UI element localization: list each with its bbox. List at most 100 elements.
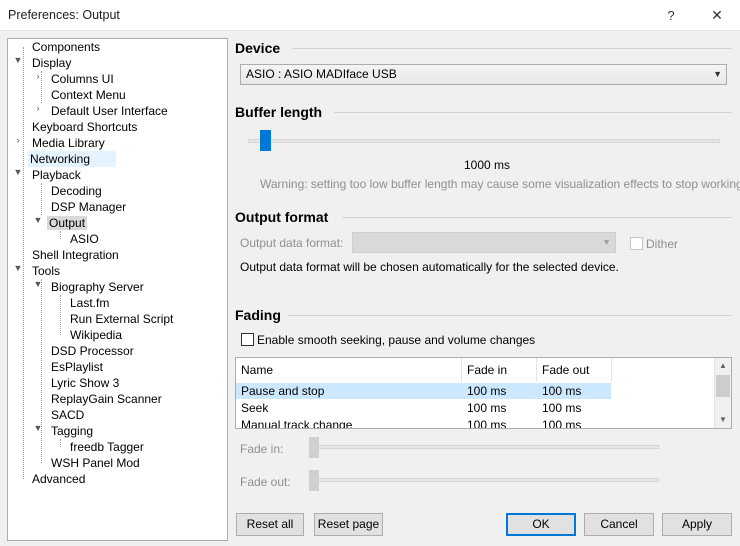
output-format-info: Output data format will be chosen automa… [240,260,619,274]
tree-item-wsh-panel-mod[interactable]: WSH Panel Mod [49,455,142,471]
fading-row[interactable]: Pause and stop 100 ms 100 ms [236,383,611,399]
chevron-down-icon[interactable]: ▼ [33,279,43,295]
tree-item-tools[interactable]: Tools [30,263,62,279]
close-button[interactable]: ✕ [694,0,740,31]
tree-item-biography-server[interactable]: Biography Server [49,279,146,295]
fading-row[interactable]: Seek 100 ms 100 ms [236,400,611,416]
help-icon: ? [667,8,675,23]
tree-item-esplaylist[interactable]: EsPlaylist [49,359,105,375]
row-fade-out: 100 ms [542,401,582,415]
dither-checkbox[interactable] [630,237,643,250]
tree-item-label: Advanced [32,472,86,486]
tree-item-label: Tools [32,264,61,278]
row-name: Manual track change [241,418,353,429]
tree-item-label: Media Library [32,136,105,150]
tree-item-output[interactable]: Output [47,215,88,231]
tree-item-label: Wikipedia [70,328,123,342]
tree-item-label: Decoding [51,184,102,198]
enable-smooth-seeking-label: Enable smooth seeking, pause and volume … [257,333,536,347]
ok-button[interactable]: OK [506,513,576,536]
buffer-slider-thumb[interactable] [260,130,272,151]
fading-list-scrollbar[interactable]: ▲ ▼ [714,358,731,428]
tree-item-context-menu[interactable]: Context Menu [49,87,128,103]
tree-item-advanced[interactable]: Advanced [30,471,87,487]
tree-item-label: DSD Processor [51,344,134,358]
chevron-down-icon[interactable]: ▼ [13,167,23,183]
output-data-format-select[interactable]: ▼ [352,232,616,253]
tree-item-label: SACD [51,408,85,422]
chevron-down-icon[interactable]: ▼ [13,263,23,279]
reset-all-button[interactable]: Reset all [236,513,304,536]
tree-item-columns-ui[interactable]: Columns UI [49,71,116,87]
tree-item-display[interactable]: Display [30,55,73,71]
column-header-fade-out[interactable]: Fade out [537,358,612,382]
fade-in-slider-track[interactable] [312,445,659,449]
device-select[interactable]: ASIO : ASIO MADIface USB ▼ [240,64,727,85]
window-title: Preferences: Output [8,8,120,22]
section-divider [342,217,732,218]
fade-out-label: Fade out: [240,475,291,489]
column-header-fade-in[interactable]: Fade in [462,358,537,382]
tree-item-label: ReplayGain Scanner [51,392,162,406]
chevron-down-icon[interactable]: ▼ [13,55,23,71]
scroll-up-icon[interactable]: ▲ [715,358,731,374]
chevron-right-icon[interactable]: › [33,71,43,87]
device-select-value: ASIO : ASIO MADIface USB [246,67,397,81]
chevron-right-icon[interactable]: › [13,135,23,151]
tree-item-lyric-show-3[interactable]: Lyric Show 3 [49,375,121,391]
tree-item-playback[interactable]: Playback [30,167,83,183]
tree-item-dsd-processor[interactable]: DSD Processor [49,343,136,359]
preferences-tree[interactable]: Components ▼ Display › Columns UI Contex… [7,38,228,541]
fade-out-slider-thumb[interactable] [309,470,319,491]
tree-item-run-external-script[interactable]: Run External Script [68,311,175,327]
scroll-down-icon[interactable]: ▼ [715,412,731,428]
tree-item-default-user-interface[interactable]: Default User Interface [49,103,170,119]
cancel-button[interactable]: Cancel [584,513,654,536]
scrollbar-thumb[interactable] [716,375,730,397]
chevron-down-icon[interactable]: ▼ [33,215,43,231]
tree-item-label: EsPlaylist [51,360,104,374]
tree-item-networking[interactable]: Networking [28,151,116,167]
tree-item-sacd[interactable]: SACD [49,407,86,423]
row-name: Pause and stop [241,384,325,398]
apply-button[interactable]: Apply [662,513,732,536]
help-button[interactable]: ? [648,0,694,31]
fading-list[interactable]: Name Fade in Fade out Pause and stop 100… [235,357,732,429]
section-divider [292,48,732,49]
tree-item-label: Networking [30,152,91,166]
fading-row[interactable]: Manual track change 100 ms 100 ms [236,417,611,429]
tree-item-asio[interactable]: ASIO [68,231,101,247]
tree-item-decoding[interactable]: Decoding [49,183,104,199]
enable-smooth-seeking-checkbox[interactable] [241,333,254,346]
title-bar: Preferences: Output ? ✕ [0,0,740,31]
tree-item-wikipedia[interactable]: Wikipedia [68,327,124,343]
section-divider [334,112,732,113]
buffer-slider-track[interactable] [248,139,720,143]
chevron-right-icon[interactable]: › [33,103,43,119]
buffer-value: 1000 ms [464,158,511,172]
row-fade-out: 100 ms [542,384,582,398]
tree-item-label: Display [32,56,72,70]
tree-item-lastfm[interactable]: Last.fm [68,295,111,311]
tree-item-shell-integration[interactable]: Shell Integration [30,247,121,263]
tree-item-keyboard-shortcuts[interactable]: Keyboard Shortcuts [30,119,139,135]
row-fade-out: 100 ms [542,418,582,429]
tree-item-tagging[interactable]: Tagging [49,423,95,439]
buffer-warning: Warning: setting too low buffer length m… [260,177,740,191]
tree-item-media-library[interactable]: Media Library [30,135,107,151]
close-icon: ✕ [711,7,723,23]
tree-item-freedb-tagger[interactable]: freedb Tagger [68,439,146,455]
tree-item-replaygain-scanner[interactable]: ReplayGain Scanner [49,391,164,407]
fade-out-slider-track[interactable] [312,478,659,482]
tree-item-dsp-manager[interactable]: DSP Manager [49,199,128,215]
tree-item-label: Run External Script [70,312,174,326]
reset-page-button[interactable]: Reset page [314,513,383,536]
tree-item-label: Lyric Show 3 [51,376,120,390]
tree-line [60,295,61,335]
column-header-name[interactable]: Name [236,358,462,382]
fade-in-slider-thumb[interactable] [309,437,319,458]
row-name: Seek [241,401,269,415]
chevron-down-icon[interactable]: ▼ [33,423,43,439]
row-fade-in: 100 ms [467,401,507,415]
tree-item-components[interactable]: Components [20,39,102,55]
